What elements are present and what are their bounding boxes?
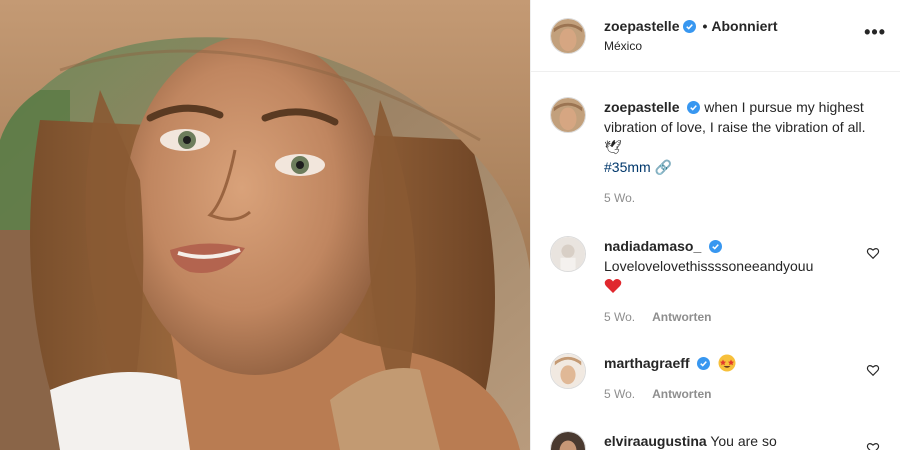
post-header: zoepastelle • Abonniert México •••: [531, 0, 900, 72]
red-heart-emoji-icon: [604, 279, 622, 293]
verified-badge-icon: [709, 240, 723, 253]
comment-meta: 5 Wo. Antworten: [604, 310, 884, 324]
instagram-post: zoepastelle • Abonniert México ••• zoepa…: [0, 0, 900, 450]
like-heart-icon[interactable]: [866, 246, 880, 260]
post-photo[interactable]: [0, 0, 530, 450]
post-side-panel: zoepastelle • Abonniert México ••• zoepa…: [530, 0, 900, 450]
star-struck-emoji-icon: [718, 354, 736, 372]
more-options-button[interactable]: •••: [864, 22, 886, 43]
verified-badge-icon: [687, 101, 701, 114]
comment-age: 5 Wo.: [604, 310, 636, 324]
caption-username[interactable]: zoepastelle: [604, 99, 679, 115]
author-avatar[interactable]: [550, 17, 586, 54]
commenter-username[interactable]: elviraaugustina: [604, 433, 707, 449]
commenter-username[interactable]: marthagraeff: [604, 355, 690, 371]
commenter-avatar[interactable]: [550, 353, 586, 389]
caption-age: 5 Wo.: [604, 191, 636, 205]
comments-scroll-area[interactable]: zoepastelle when I pursue my highest vib…: [531, 73, 900, 450]
commenter-avatar[interactable]: [550, 236, 586, 272]
comment-text: marthagraeff: [604, 353, 884, 373]
comment-item: elviraaugustina You are so: [550, 431, 884, 450]
comment-body: Lovelovelovethissssoneeandyouu: [604, 258, 814, 274]
comment-body: You are so: [710, 433, 777, 449]
like-heart-icon[interactable]: [866, 363, 880, 377]
separator-dot: •: [702, 18, 708, 34]
comment-text: nadiadamaso_ Lovelovelovethissssoneeandy…: [604, 236, 884, 296]
link-emoji-icon: 🔗: [654, 159, 673, 175]
commenter-avatar[interactable]: [550, 431, 586, 450]
caption-item: zoepastelle when I pursue my highest vib…: [550, 97, 884, 205]
location-link[interactable]: México: [604, 39, 778, 53]
reply-button[interactable]: Antworten: [652, 387, 711, 401]
comment-meta: 5 Wo. Antworten: [604, 387, 884, 401]
caption-meta: 5 Wo.: [604, 191, 884, 205]
comment-item: nadiadamaso_ Lovelovelovethissssoneeandy…: [550, 236, 884, 324]
verified-badge-icon: [683, 19, 697, 33]
caption-text: zoepastelle when I pursue my highest vib…: [604, 97, 884, 177]
comment-age: 5 Wo.: [604, 387, 636, 401]
reply-button[interactable]: Antworten: [652, 310, 711, 324]
comment-item: marthagraeff 5 Wo. Antworten: [550, 353, 884, 401]
hashtag-link[interactable]: #35mm: [604, 159, 651, 175]
follow-button[interactable]: Abonniert: [711, 18, 777, 34]
author-username[interactable]: zoepastelle: [604, 18, 679, 34]
commenter-username[interactable]: nadiadamaso_: [604, 238, 701, 254]
like-heart-icon[interactable]: [866, 441, 880, 450]
caption-avatar[interactable]: [550, 97, 586, 133]
comment-text: elviraaugustina You are so: [604, 431, 884, 450]
verified-badge-icon: [697, 357, 711, 370]
portrait-image: [0, 0, 530, 450]
